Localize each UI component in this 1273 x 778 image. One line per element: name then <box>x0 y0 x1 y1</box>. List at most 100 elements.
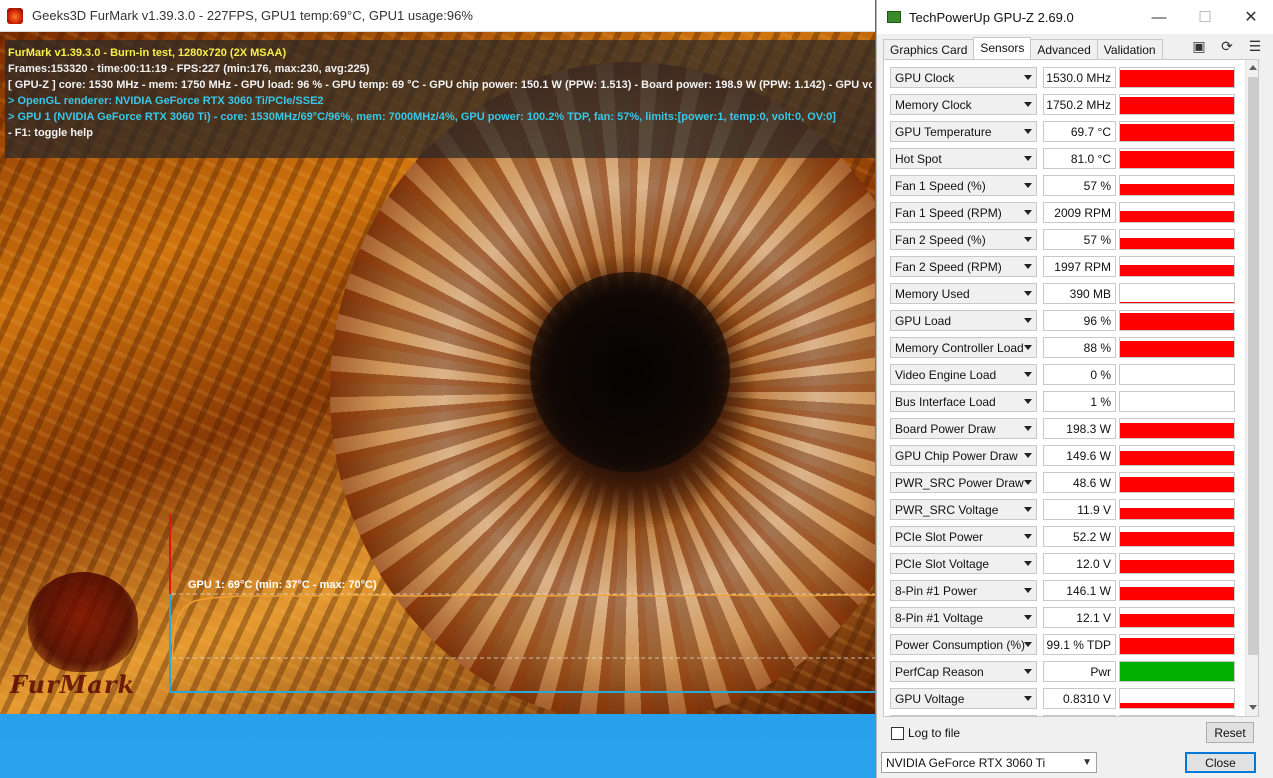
sensor-name-dropdown[interactable]: Bus Interface Load <box>890 391 1037 412</box>
dropdown-arrow-icon <box>1024 399 1032 404</box>
sensor-name-dropdown[interactable]: GPU Chip Power Draw <box>890 445 1037 466</box>
sensor-name-dropdown[interactable]: 8-Pin #1 Voltage <box>890 607 1037 628</box>
sensor-name: Video Engine Load <box>895 368 997 382</box>
sensor-row: Video Engine Load 0 % <box>890 363 1235 390</box>
sensor-row: Board Power Draw 198.3 W <box>890 417 1235 444</box>
sensor-value <box>1043 715 1116 716</box>
sensor-graph <box>1119 661 1235 682</box>
dropdown-arrow-icon <box>1024 291 1032 296</box>
camera-icon[interactable]: ▣ <box>1191 38 1207 55</box>
sensor-name-dropdown[interactable]: PCIe Slot Voltage <box>890 553 1037 574</box>
sensor-graph <box>1119 607 1235 628</box>
sensor-name-dropdown[interactable]: GPU Voltage <box>890 688 1037 709</box>
sensor-name-dropdown[interactable]: Power Consumption (%) <box>890 634 1037 655</box>
sensor-name-dropdown[interactable]: Fan 1 Speed (%) <box>890 175 1037 196</box>
sensor-name: GPU Chip Power Draw <box>895 449 1018 463</box>
sensor-graph <box>1119 229 1235 250</box>
sensor-value: 12.0 V <box>1043 553 1116 574</box>
close-icon: ✕ <box>1244 9 1258 26</box>
gpuz-toolbar: ▣ ⟳ ☰ <box>1191 38 1263 55</box>
sensor-name-dropdown[interactable]: Fan 2 Speed (%) <box>890 229 1037 250</box>
gpuz-app-icon <box>887 11 901 23</box>
refresh-icon[interactable]: ⟳ <box>1219 38 1235 55</box>
scroll-up-arrow-icon[interactable] <box>1249 65 1257 70</box>
sensor-name: Fan 2 Speed (%) <box>895 233 986 247</box>
menu-icon[interactable]: ☰ <box>1247 38 1263 55</box>
log-to-file-option[interactable]: Log to file <box>891 726 960 740</box>
log-to-file-checkbox[interactable] <box>891 726 904 740</box>
gpu-device-select[interactable]: NVIDIA GeForce RTX 3060 Ti ▼ <box>881 752 1097 773</box>
maximize-button[interactable]: ☐ <box>1182 0 1228 34</box>
sensor-name-dropdown[interactable]: PCIe Slot Power <box>890 526 1037 547</box>
sensor-name-dropdown[interactable]: PWR_SRC Power Draw <box>890 472 1037 493</box>
sensor-name: Bus Interface Load <box>895 395 996 409</box>
dropdown-arrow-icon <box>1024 561 1032 566</box>
tab-graphics-card[interactable]: Graphics Card <box>883 39 975 59</box>
sensor-row: Fan 2 Speed (RPM) 1997 RPM <box>890 255 1235 282</box>
sensor-name-dropdown[interactable]: Memory Clock <box>890 94 1037 115</box>
sensor-graph <box>1119 472 1235 493</box>
sensor-name-dropdown[interactable]: GPU Clock <box>890 67 1037 88</box>
sensor-name-dropdown[interactable]: Board Power Draw <box>890 418 1037 439</box>
gpuz-titlebar[interactable]: TechPowerUp GPU-Z 2.69.0 — ☐ ✕ <box>877 0 1273 34</box>
sensor-name-dropdown[interactable]: Fan 2 Speed (RPM) <box>890 256 1037 277</box>
sensor-name-dropdown[interactable]: PWR_SRC Voltage <box>890 499 1037 520</box>
reset-button[interactable]: Reset <box>1206 722 1254 743</box>
sensor-name-dropdown[interactable]: Memory Used <box>890 283 1037 304</box>
overlay-frames-info: Frames:153320 - time:00:11:19 - FPS:227 … <box>8 63 370 75</box>
sensor-name-dropdown[interactable]: PerfCap Reason <box>890 661 1037 682</box>
sensor-scrollbar[interactable] <box>1245 60 1258 716</box>
scrollbar-thumb[interactable] <box>1248 77 1258 655</box>
sensor-value: 1750.2 MHz <box>1043 94 1116 115</box>
dropdown-arrow-icon <box>1024 372 1032 377</box>
tab-sensors[interactable]: Sensors <box>973 37 1032 59</box>
sensor-graph <box>1119 445 1235 466</box>
sensor-row: GPU Load 96 % <box>890 309 1235 336</box>
sensor-graph-fill <box>1120 70 1234 87</box>
sensor-graph-fill <box>1120 151 1234 168</box>
sensor-name-dropdown[interactable]: Memory Controller Load <box>890 337 1037 358</box>
sensor-value: Pwr <box>1043 661 1116 682</box>
sensor-value: 88 % <box>1043 337 1116 358</box>
sensor-name-dropdown[interactable]: GPU Load <box>890 310 1037 331</box>
sensor-row: Hot Spot 81.0 °C <box>890 147 1235 174</box>
overlay-gpuz-info: [ GPU-Z ] core: 1530 MHz - mem: 1750 MHz… <box>8 79 872 91</box>
sensor-graph-fill <box>1120 614 1234 627</box>
furmark-window[interactable]: Geeks3D FurMark v1.39.3.0 - 227FPS, GPU1… <box>0 0 875 714</box>
sensor-graph <box>1119 688 1235 709</box>
scroll-down-arrow-icon[interactable] <box>1249 705 1257 710</box>
sensor-name-dropdown[interactable] <box>890 715 1037 716</box>
sensor-row <box>890 714 1235 716</box>
sensor-name: Memory Clock <box>895 98 972 112</box>
sensor-row: PerfCap Reason Pwr <box>890 660 1235 687</box>
sensor-name: Fan 1 Speed (%) <box>895 179 986 193</box>
sensor-graph <box>1119 634 1235 655</box>
sensor-graph-fill <box>1120 265 1234 276</box>
gpuz-window[interactable]: TechPowerUp GPU-Z 2.69.0 — ☐ ✕ Graphics … <box>876 0 1273 778</box>
sensor-name-dropdown[interactable]: 8-Pin #1 Power <box>890 580 1037 601</box>
sensor-value: 0.8310 V <box>1043 688 1116 709</box>
sensor-name: 8-Pin #1 Power <box>895 584 978 598</box>
tab-advanced[interactable]: Advanced <box>1030 39 1098 59</box>
tab-validation[interactable]: Validation <box>1096 39 1163 59</box>
sensors-panel: GPU Clock 1530.0 MHz Memory Clock 1750.2 MH… <box>883 59 1259 717</box>
close-window-button[interactable]: ✕ <box>1228 0 1273 34</box>
sensor-row: PWR_SRC Power Draw 48.6 W <box>890 471 1235 498</box>
minimize-button[interactable]: — <box>1136 0 1182 34</box>
sensor-graph <box>1119 67 1235 88</box>
sensor-name-dropdown[interactable]: GPU Temperature <box>890 121 1037 142</box>
sensor-name-dropdown[interactable]: Video Engine Load <box>890 364 1037 385</box>
sensor-name-dropdown[interactable]: Fan 1 Speed (RPM) <box>890 202 1037 223</box>
dropdown-arrow-icon <box>1024 345 1032 350</box>
sensor-value: 12.1 V <box>1043 607 1116 628</box>
dropdown-arrow-icon <box>1024 210 1032 215</box>
furmark-titlebar[interactable]: Geeks3D FurMark v1.39.3.0 - 227FPS, GPU1… <box>0 0 875 32</box>
sensor-name: GPU Load <box>895 314 952 328</box>
sensor-row: Memory Clock 1750.2 MHz <box>890 93 1235 120</box>
sensor-value: 146.1 W <box>1043 580 1116 601</box>
sensor-name: PWR_SRC Voltage <box>895 503 999 517</box>
sensor-name-dropdown[interactable]: Hot Spot <box>890 148 1037 169</box>
furmark-render-canvas: FurMark GPU 1: 69°C (min: 37°C - max: 70… <box>0 32 875 714</box>
close-button[interactable]: Close <box>1185 752 1256 773</box>
dropdown-arrow-icon <box>1024 615 1032 620</box>
